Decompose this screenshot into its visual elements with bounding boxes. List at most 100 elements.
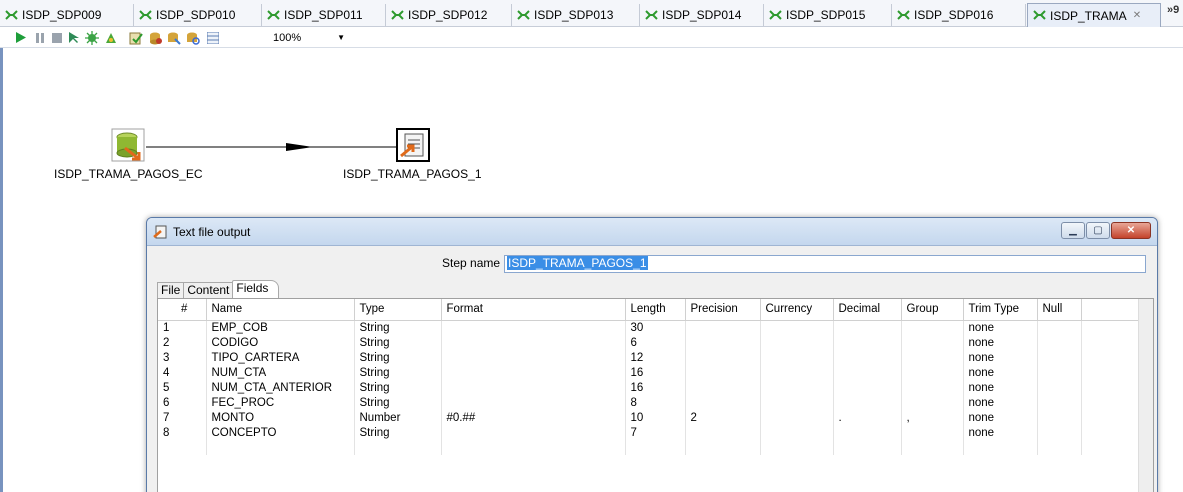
cell-null[interactable] <box>1037 425 1082 440</box>
replay-icon[interactable] <box>103 30 119 45</box>
table-row[interactable]: 8 CONCEPTO String 7 none <box>158 425 1141 440</box>
cell-type[interactable]: String <box>354 380 442 395</box>
column-header-precision[interactable]: Precision <box>685 299 761 321</box>
cell-precision[interactable] <box>685 380 761 395</box>
cell-format[interactable] <box>441 395 626 410</box>
cell-type[interactable]: Number <box>354 410 442 425</box>
cell-format[interactable] <box>441 365 626 380</box>
tab-overflow-chevron[interactable]: »9 <box>1167 4 1179 16</box>
cell-null[interactable] <box>1037 380 1082 395</box>
close-tab-icon[interactable]: ✕ <box>1133 10 1141 21</box>
tab-content[interactable]: Content <box>183 282 234 298</box>
preview-icon[interactable] <box>66 30 82 45</box>
cell-format[interactable] <box>441 380 626 395</box>
cell-type[interactable]: String <box>354 335 442 350</box>
cell-null[interactable] <box>1037 395 1082 410</box>
tab-isdp-sdp015[interactable]: ISDP_SDP015 <box>764 4 892 26</box>
maximize-button[interactable]: ▢ <box>1086 222 1110 239</box>
cell-format[interactable] <box>441 350 626 365</box>
cell-empty[interactable] <box>441 440 626 455</box>
tab-isdp-sdp012[interactable]: ISDP_SDP012 <box>386 4 512 26</box>
text-file-output-step-icon[interactable] <box>396 128 430 162</box>
cell-group[interactable] <box>901 365 964 380</box>
cell-precision[interactable]: 2 <box>685 410 761 425</box>
cell-decimal[interactable]: . <box>833 410 902 425</box>
tab-isdp-sdp013[interactable]: ISDP_SDP013 <box>512 4 640 26</box>
cell-group[interactable] <box>901 395 964 410</box>
cell-group[interactable]: , <box>901 410 964 425</box>
cell-length[interactable]: 10 <box>625 410 686 425</box>
cell-group[interactable] <box>901 335 964 350</box>
vertical-scrollbar[interactable] <box>1138 299 1153 492</box>
cell-decimal[interactable] <box>833 380 902 395</box>
column-header-group[interactable]: Group <box>901 299 964 321</box>
column-header-currency[interactable]: Currency <box>760 299 834 321</box>
column-header-format[interactable]: Format <box>441 299 626 321</box>
debug-icon[interactable] <box>84 30 100 45</box>
column-header-type[interactable]: Type <box>354 299 442 321</box>
table-row-empty[interactable] <box>158 440 1141 455</box>
cell-length[interactable]: 30 <box>625 320 686 335</box>
cell-currency[interactable] <box>760 395 834 410</box>
cell-null[interactable] <box>1037 350 1082 365</box>
cell-decimal[interactable] <box>833 320 902 335</box>
cell-empty[interactable] <box>963 440 1038 455</box>
cell-group[interactable] <box>901 320 964 335</box>
tab-fields[interactable]: Fields <box>232 280 280 298</box>
cell-length[interactable]: 16 <box>625 380 686 395</box>
cell-name[interactable]: EMP_COB <box>206 320 355 335</box>
cell-empty[interactable] <box>625 440 686 455</box>
cell-currency[interactable] <box>760 350 834 365</box>
cell-decimal[interactable] <box>833 335 902 350</box>
cell-currency[interactable] <box>760 335 834 350</box>
explore-db-icon[interactable] <box>185 30 201 45</box>
column-header-null[interactable]: Null <box>1037 299 1082 321</box>
cell-empty[interactable] <box>206 440 355 455</box>
cell-empty[interactable] <box>685 440 761 455</box>
tab-isdp-trama[interactable]: ISDP_TRAMA ✕ <box>1027 3 1161 27</box>
cell-type[interactable]: String <box>354 425 442 440</box>
cell-trim-type[interactable]: none <box>963 335 1038 350</box>
cell-length[interactable]: 7 <box>625 425 686 440</box>
table-row[interactable]: 2 CODIGO String 6 none <box>158 335 1141 350</box>
table-row[interactable]: 7 MONTO Number #0.## 10 2 . , none <box>158 410 1141 425</box>
cell-null[interactable] <box>1037 320 1082 335</box>
cell-decimal[interactable] <box>833 350 902 365</box>
close-button[interactable]: ✕ <box>1111 222 1151 239</box>
cell-length[interactable]: 12 <box>625 350 686 365</box>
cell-precision[interactable] <box>685 350 761 365</box>
tab-isdp-sdp014[interactable]: ISDP_SDP014 <box>640 4 764 26</box>
cell-currency[interactable] <box>760 365 834 380</box>
cell-trim-type[interactable]: none <box>963 380 1038 395</box>
table-row[interactable]: 1 EMP_COB String 30 none <box>158 320 1141 335</box>
cell-name[interactable]: NUM_CTA <box>206 365 355 380</box>
tab-isdp-sdp009[interactable]: ISDP_SDP009 <box>0 4 134 26</box>
cell-precision[interactable] <box>685 365 761 380</box>
tab-isdp-sdp016[interactable]: ISDP_SDP016 <box>892 4 1026 26</box>
cell-group[interactable] <box>901 350 964 365</box>
cell-empty[interactable] <box>354 440 442 455</box>
show-results-icon[interactable] <box>205 30 221 45</box>
verify-icon[interactable] <box>128 30 144 45</box>
table-row[interactable]: 4 NUM_CTA String 16 none <box>158 365 1141 380</box>
cell-precision[interactable] <box>685 395 761 410</box>
sql-icon[interactable] <box>166 30 182 45</box>
cell-type[interactable]: String <box>354 350 442 365</box>
table-row[interactable]: 5 NUM_CTA_ANTERIOR String 16 none <box>158 380 1141 395</box>
column-header-decimal[interactable]: Decimal <box>833 299 902 321</box>
cell-group[interactable] <box>901 425 964 440</box>
cell-trim-type[interactable]: none <box>963 410 1038 425</box>
cell-null[interactable] <box>1037 335 1082 350</box>
step-name-input[interactable]: ISDP_TRAMA_PAGOS_1 <box>504 255 1146 273</box>
cell-precision[interactable] <box>685 320 761 335</box>
cell-type[interactable]: String <box>354 395 442 410</box>
cell-currency[interactable] <box>760 425 834 440</box>
cell-format[interactable] <box>441 335 626 350</box>
pause-icon[interactable] <box>32 30 48 45</box>
table-row[interactable]: 3 TIPO_CARTERA String 12 none <box>158 350 1141 365</box>
cell-trim-type[interactable]: none <box>963 425 1038 440</box>
cell-trim-type[interactable]: none <box>963 365 1038 380</box>
column-header-length[interactable]: Length <box>625 299 686 321</box>
tab-file[interactable]: File <box>157 282 185 298</box>
cell-currency[interactable] <box>760 410 834 425</box>
